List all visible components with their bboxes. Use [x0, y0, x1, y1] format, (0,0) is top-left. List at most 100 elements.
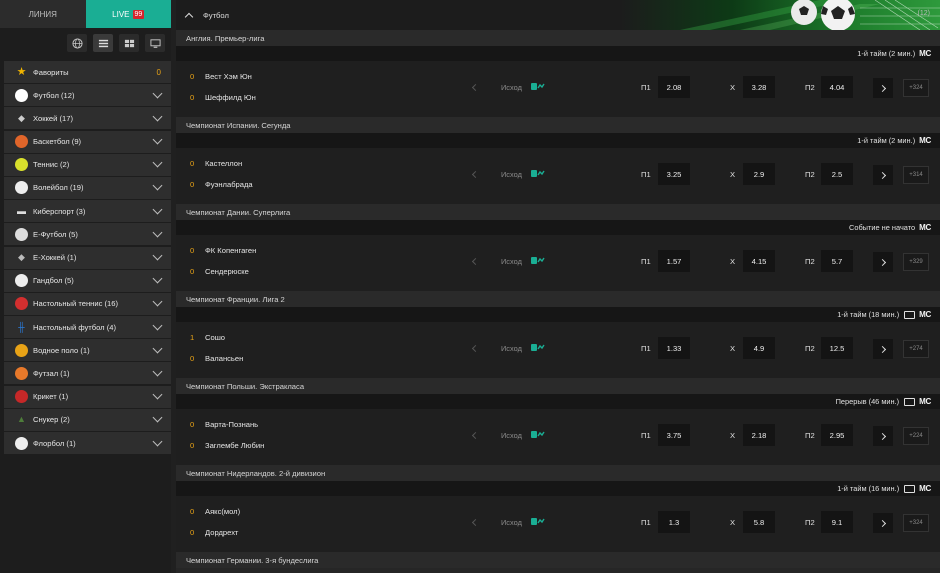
odds-x-button[interactable]: 3.28 [743, 76, 775, 98]
sidebar-item-sport[interactable]: ★ Фавориты 0 [4, 61, 171, 83]
odds-p1-button[interactable]: 3.25 [658, 163, 690, 185]
chevron-down-icon[interactable] [152, 366, 163, 377]
match-center-button[interactable]: MC [919, 397, 931, 406]
next-markets-button[interactable] [873, 426, 893, 446]
sidebar-item-sport[interactable]: ▲ Снукер (2) [4, 408, 171, 431]
team-away[interactable]: 0 Дордрехт [190, 528, 238, 537]
tv-icon[interactable] [904, 310, 916, 319]
odds-p2-button[interactable]: 2.5 [821, 163, 853, 185]
match-status-bar: Перерыв (46 мин.) MC [176, 394, 940, 409]
odds-p1-button[interactable]: 3.75 [658, 424, 690, 446]
match-center-button[interactable]: MC [919, 484, 931, 493]
more-markets-count[interactable]: +329 [903, 253, 929, 271]
next-markets-button[interactable] [873, 339, 893, 359]
sidebar-item-sport[interactable]: ◆ E-Хоккей (1) [4, 246, 171, 269]
team-home[interactable]: 0 Кастеллон [190, 159, 242, 168]
team-away[interactable]: 0 Сендерюске [190, 267, 249, 276]
odds-p2-button[interactable]: 4.04 [821, 76, 853, 98]
chevron-left-icon[interactable] [471, 344, 480, 353]
chevron-down-icon[interactable] [152, 88, 163, 99]
match-center-button[interactable]: MC [919, 136, 931, 145]
sidebar-item-label: Волейбол (19) [33, 183, 84, 193]
chevron-left-icon[interactable] [471, 83, 480, 92]
team-away[interactable]: 0 Валансьен [190, 354, 243, 363]
sidebar-item-sport[interactable]: ● Гандбол (5) [4, 269, 171, 292]
more-markets-count[interactable]: +324 [903, 514, 929, 532]
odds-p1-button[interactable]: 1.33 [658, 337, 690, 359]
chevron-down-icon[interactable] [152, 436, 163, 446]
odds-p2-button[interactable]: 12.5 [821, 337, 853, 359]
sidebar-item-sport[interactable]: ◆ Хоккей (17) [4, 107, 171, 130]
team-home[interactable]: 0 Варта-Познань [190, 420, 258, 429]
chevron-down-icon[interactable] [152, 320, 163, 331]
odds-p1-button[interactable]: 2.08 [658, 76, 690, 98]
chevron-left-icon[interactable] [471, 431, 480, 440]
team-away[interactable]: 0 Заглембе Любин [190, 441, 264, 450]
next-markets-button[interactable] [873, 252, 893, 272]
collapse-up-icon[interactable] [184, 12, 194, 21]
more-markets-count[interactable]: +314 [903, 166, 929, 184]
odds-p2-button[interactable]: 2.95 [821, 424, 853, 446]
odds-p2-button[interactable]: 5.7 [821, 250, 853, 272]
odds-p1-button[interactable]: 1.3 [658, 511, 690, 533]
match-center-button[interactable]: MC [919, 223, 931, 232]
sidebar-item-sport[interactable]: ● Флорбол (1) [4, 432, 171, 454]
sidebar-item-sport[interactable]: ● Настольный теннис (16) [4, 292, 171, 315]
tab-live[interactable]: Live 99 [85, 0, 171, 28]
chevron-down-icon[interactable] [152, 134, 163, 145]
chevron-down-icon[interactable] [152, 273, 163, 284]
sidebar-item-sport[interactable]: ╫ Настольный футбол (4) [4, 316, 171, 339]
sidebar-item-sport[interactable]: ● Волейбол (19) [4, 176, 171, 199]
sidebar-item-sport[interactable]: ● Баскетбол (9) [4, 130, 171, 153]
chevron-down-icon[interactable] [152, 111, 163, 122]
team-away[interactable]: 0 Шеффилд Юн [190, 93, 256, 102]
chevron-down-icon[interactable] [152, 204, 163, 215]
more-markets-count[interactable]: +324 [903, 79, 929, 97]
more-markets-count[interactable]: +274 [903, 340, 929, 358]
sidebar-item-sport[interactable]: ● Крикет (1) [4, 385, 171, 408]
match-center-button[interactable]: MC [919, 49, 931, 58]
tab-line[interactable]: Линия [0, 0, 86, 28]
team-home[interactable]: 0 Вест Хэм Юн [190, 72, 252, 81]
team-home[interactable]: 0 ФК Копенгаген [190, 246, 256, 255]
next-markets-button[interactable] [873, 513, 893, 533]
chevron-down-icon[interactable] [152, 227, 163, 238]
sidebar-item-sport[interactable]: ⚽ Футбол (12) [4, 84, 171, 107]
sidebar-item-sport[interactable]: ● Водное поло (1) [4, 339, 171, 362]
team-home[interactable]: 0 Аякс(мол) [190, 507, 240, 516]
chevron-left-icon[interactable] [471, 170, 480, 179]
list-view-button[interactable] [93, 34, 113, 52]
sidebar-item-sport[interactable]: ● Футзал (1) [4, 362, 171, 385]
odds-x-button[interactable]: 2.9 [743, 163, 775, 185]
grid-view-button[interactable] [119, 34, 139, 52]
sidebar-item-sport[interactable]: ▬ Киберспорт (3) [4, 200, 171, 223]
next-markets-button[interactable] [873, 165, 893, 185]
chevron-down-icon[interactable] [152, 389, 163, 400]
chevron-down-icon[interactable] [152, 180, 163, 191]
monitor-view-button[interactable] [145, 34, 165, 52]
team-away[interactable]: 0 Фуэнлабрада [190, 180, 253, 189]
odds-x-button[interactable]: 5.8 [743, 511, 775, 533]
chevron-down-icon[interactable] [152, 412, 163, 423]
chevron-down-icon[interactable] [152, 343, 163, 354]
chevron-left-icon[interactable] [471, 257, 480, 266]
chevron-left-icon[interactable] [471, 518, 480, 527]
team-home[interactable]: 1 Сошо [190, 333, 225, 342]
odds-x-button[interactable]: 4.15 [743, 250, 775, 272]
sidebar-item-sport[interactable]: ● Теннис (2) [4, 153, 171, 176]
odds-p2-button[interactable]: 9.1 [821, 511, 853, 533]
tv-icon[interactable] [904, 397, 916, 406]
next-markets-button[interactable] [873, 78, 893, 98]
more-markets-count[interactable]: +224 [903, 427, 929, 445]
chevron-down-icon[interactable] [152, 296, 163, 307]
tv-icon[interactable] [904, 484, 916, 493]
sidebar-item-label: Настольный футбол (4) [33, 322, 117, 332]
chevron-down-icon[interactable] [152, 157, 163, 168]
chevron-down-icon[interactable] [152, 250, 163, 261]
globe-view-button[interactable] [67, 34, 87, 52]
odds-p1-button[interactable]: 1.57 [658, 250, 690, 272]
sidebar-item-sport[interactable]: ⚽ E-Футбол (5) [4, 223, 171, 246]
odds-x-button[interactable]: 4.9 [743, 337, 775, 359]
match-center-button[interactable]: MC [919, 310, 931, 319]
odds-x-button[interactable]: 2.18 [743, 424, 775, 446]
